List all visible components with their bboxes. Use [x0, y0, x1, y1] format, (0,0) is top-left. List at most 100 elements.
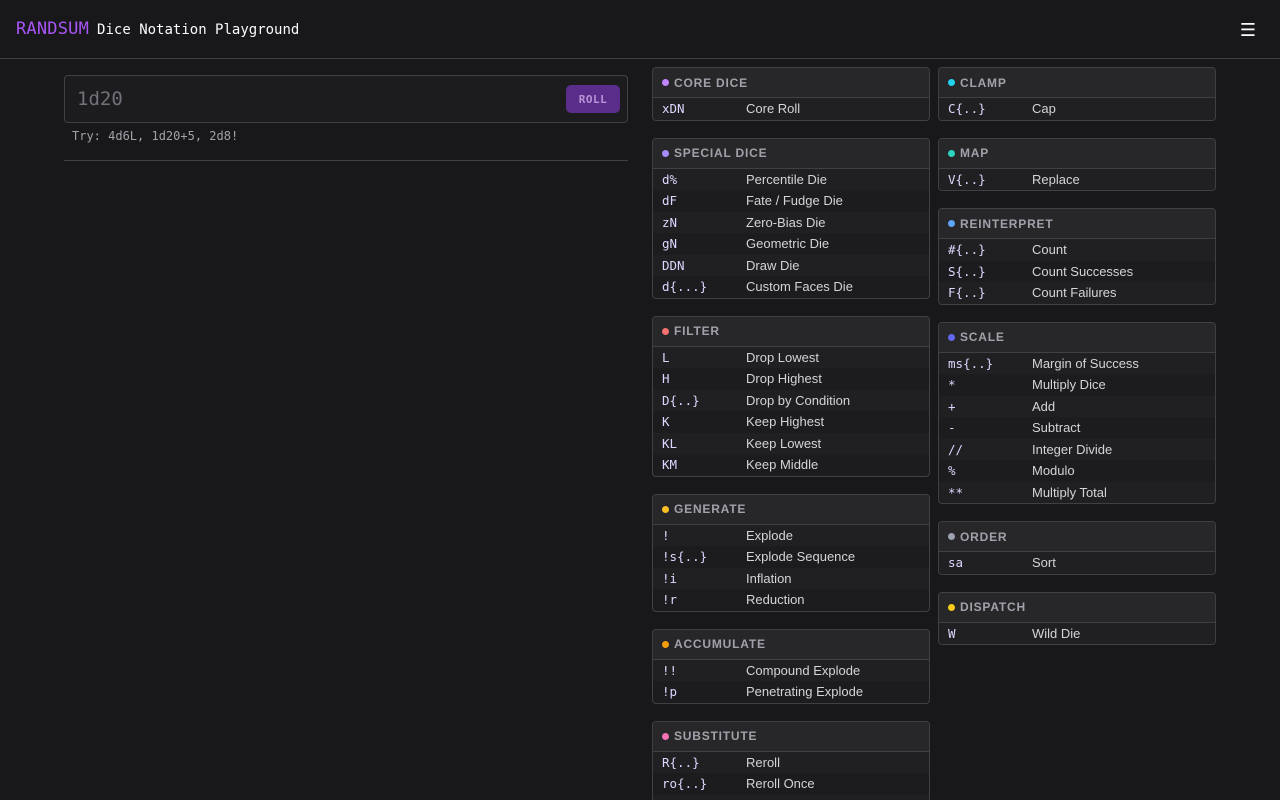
- card-title: SPECIAL DICE: [674, 146, 768, 160]
- category-dot-icon: [948, 79, 955, 86]
- notation-symbol: +: [948, 398, 956, 414]
- roll-button[interactable]: ROLL: [566, 85, 620, 113]
- card-title: CLAMP: [960, 75, 1007, 90]
- notation-row[interactable]: ! Explode: [653, 524, 929, 546]
- notation-row[interactable]: ** Multiply Total: [939, 481, 1215, 503]
- notation-symbol: KL: [662, 435, 678, 451]
- notation-row[interactable]: H Drop Highest: [653, 368, 929, 390]
- notation-row[interactable]: D{..} Drop by Condition: [653, 389, 929, 411]
- card-title: DISPATCH: [960, 600, 1026, 614]
- notation-row[interactable]: S{..} Count Successes: [939, 261, 1215, 283]
- notation-symbol: K: [662, 414, 670, 430]
- card-header: ACCUMULATE: [653, 629, 929, 660]
- notation-label: Count Failures: [1032, 285, 1117, 301]
- notation-row[interactable]: L Drop Lowest: [653, 346, 929, 368]
- category-dot-icon: [948, 333, 955, 341]
- notation-row[interactable]: UUnique: [653, 794, 929, 800]
- notation-row[interactable]: K Keep Highest: [653, 411, 929, 433]
- reference-card-order: ORDER sa Sort: [938, 521, 1216, 575]
- notation-label: Reroll Once: [746, 776, 815, 792]
- reference-card-scale: SCALE ms{..} Margin of Success * Multiply Di…: [938, 321, 1216, 504]
- notation-input-container: ROLL: [64, 75, 628, 123]
- notation-row[interactable]: % Modulo: [939, 460, 1215, 482]
- notation-row[interactable]: DDN Draw Die: [653, 254, 929, 276]
- reference-card-reinterpret: REINTERPRET #{..} Count S{..} Count Successe…: [938, 208, 1216, 305]
- notation-symbol: zN: [662, 214, 678, 230]
- notation-label: Drop Lowest: [746, 349, 819, 365]
- notation-row[interactable]: W Wild Die: [939, 622, 1215, 644]
- notation-row[interactable]: // Integer Divide: [939, 438, 1215, 460]
- notation-row[interactable]: F{..} Count Failures: [939, 282, 1215, 304]
- notation-symbol: xDN: [662, 101, 685, 117]
- notation-row[interactable]: #{..} Count: [939, 239, 1215, 261]
- category-dot-icon: [662, 505, 669, 513]
- notation-row[interactable]: KM Keep Middle: [653, 454, 929, 476]
- notation-row[interactable]: xDN Core Roll: [653, 98, 929, 120]
- notation-row[interactable]: !s{..} Explode Sequence: [653, 546, 929, 568]
- reference-card-core-dice: CORE DICE xDN Core Roll: [652, 67, 930, 121]
- notation-label: Compound Explode: [746, 662, 861, 678]
- notation-symbol: ro{..}: [662, 776, 708, 792]
- notation-symbol: !i: [662, 570, 678, 586]
- notation-input[interactable]: [77, 84, 547, 114]
- notation-label: Integer Divide: [1032, 441, 1113, 457]
- notation-label: Percentile Die: [746, 171, 827, 187]
- card-title: SCALE: [960, 330, 1005, 344]
- category-dot-icon: [662, 640, 669, 648]
- card-header: DISPATCH: [939, 592, 1215, 623]
- reference-card-substitute: SUBSTITUTE R{..} Reroll ro{..} Reroll Once UU…: [652, 720, 930, 800]
- notation-row[interactable]: KL Keep Lowest: [653, 432, 929, 454]
- notation-row[interactable]: ro{..} Reroll Once: [653, 773, 929, 795]
- category-dot-icon: [948, 220, 955, 227]
- category-dot-icon: [948, 149, 955, 157]
- notation-row[interactable]: V{..} Replace: [939, 168, 1215, 190]
- notation-row[interactable]: !i Inflation: [653, 567, 929, 589]
- notation-symbol: !!: [662, 662, 678, 678]
- notation-row[interactable]: d{...} Custom Faces Die: [653, 276, 929, 298]
- brand-logo[interactable]: RANDSUM: [16, 19, 89, 39]
- notation-label: Core Roll: [746, 101, 801, 117]
- notation-label: Sort: [1032, 555, 1056, 571]
- notation-row[interactable]: sa Sort: [939, 552, 1215, 574]
- notation-row[interactable]: R{..} Reroll: [653, 751, 929, 773]
- notation-row[interactable]: - Subtract: [939, 417, 1215, 439]
- brand: RANDSUM Dice Notation Playground: [16, 19, 299, 39]
- notation-label: Multiply Dice: [1032, 377, 1106, 393]
- notation-label: Reduction: [746, 592, 805, 608]
- reference-card-accumulate: ACCUMULATE!! Compound Explode !p Penetratin…: [652, 628, 930, 704]
- category-dot-icon: [948, 603, 955, 611]
- notation-label: Custom Faces Die: [746, 279, 853, 295]
- notation-symbol: dF: [662, 193, 678, 209]
- card-title: ACCUMULATE: [674, 637, 766, 651]
- notation-row[interactable]: !r Reduction: [653, 589, 929, 611]
- notation-symbol: H: [662, 371, 670, 387]
- notation-row[interactable]: dF Fate / Fudge Die: [653, 190, 929, 212]
- notation-symbol: d%: [662, 171, 678, 187]
- notation-row[interactable]: ms{..} Margin of Success: [939, 352, 1215, 374]
- notation-label: Geometric Die: [746, 236, 830, 252]
- notation-row[interactable]: gN Geometric Die: [653, 233, 929, 255]
- notation-label: Count Successes: [1032, 263, 1134, 279]
- card-title: CORE DICE: [674, 75, 748, 90]
- notation-row[interactable]: C{..} Cap: [939, 98, 1215, 120]
- notation-symbol: #{..}: [948, 242, 986, 258]
- card-header: MAP: [939, 138, 1215, 169]
- notation-row[interactable]: !p Penetrating Explode: [653, 681, 929, 703]
- reference-card-map: MAP V{..} Replace: [938, 137, 1216, 191]
- notation-hint: Try: 4d6L, 1d20+5, 2d8!: [72, 129, 239, 143]
- notation-row[interactable]: d% Percentile Die: [653, 168, 929, 190]
- notation-row[interactable]: !! Compound Explode: [653, 659, 929, 681]
- hamburger-menu-icon[interactable]: ☰: [1236, 20, 1260, 42]
- card-header: CLAMP: [939, 68, 1215, 98]
- notation-row[interactable]: + Add: [939, 395, 1215, 417]
- category-dot-icon: [662, 732, 669, 740]
- card-header: GENERATE: [653, 494, 929, 525]
- notation-label: Modulo: [1032, 463, 1075, 479]
- notation-symbol: V{..}: [948, 171, 986, 187]
- app-subtitle: Dice Notation Playground: [97, 22, 300, 38]
- notation-symbol: !p: [662, 684, 678, 700]
- notation-label: Replace: [1032, 171, 1080, 187]
- notation-label: Reroll: [746, 754, 780, 770]
- notation-row[interactable]: * Multiply Dice: [939, 374, 1215, 396]
- notation-row[interactable]: zN Zero-Bias Die: [653, 211, 929, 233]
